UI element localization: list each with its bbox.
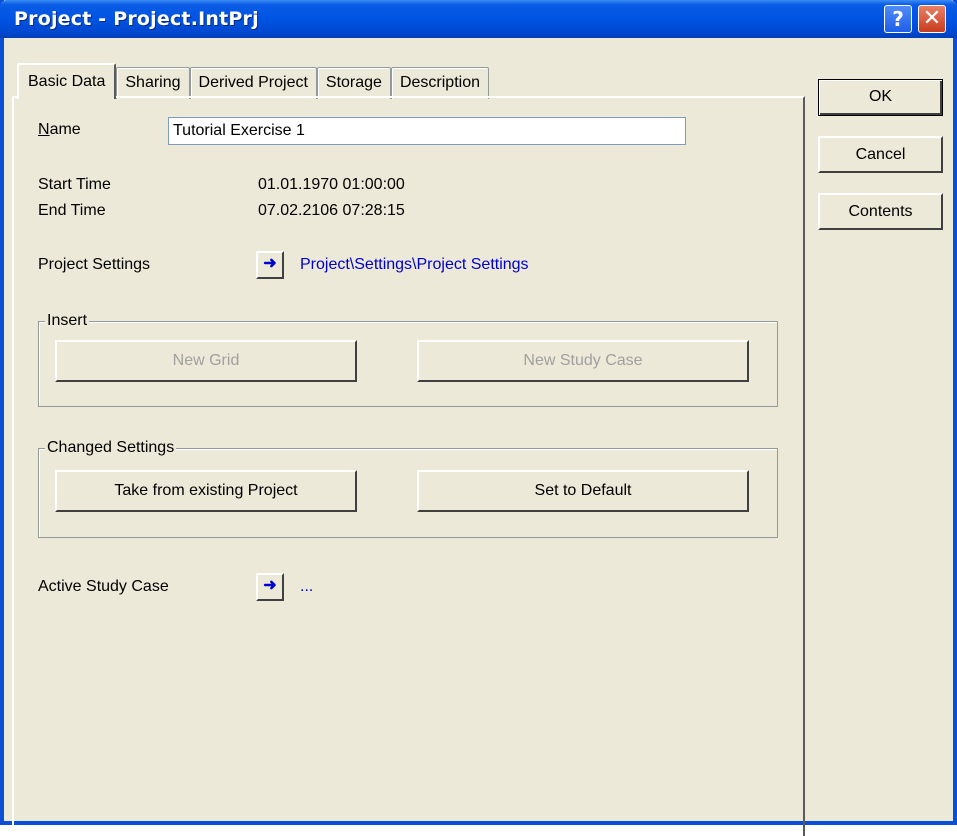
take-from-project-label: Take from existing Project [114, 482, 298, 499]
end-time-value: 07.02.2106 07:28:15 [258, 202, 405, 219]
new-study-case-button[interactable]: New Study Case [417, 340, 749, 382]
set-to-default-label: Set to Default [534, 482, 632, 499]
end-time-label: End Time [38, 202, 106, 219]
project-settings-link[interactable]: Project\Settings\Project Settings [300, 256, 529, 274]
set-to-default-button[interactable]: Set to Default [417, 470, 749, 512]
new-study-case-label: New Study Case [523, 352, 643, 369]
active-study-case-link[interactable]: ... [300, 578, 313, 596]
tab-storage[interactable]: Storage [316, 67, 391, 99]
insert-group-title: Insert [45, 312, 90, 330]
new-grid-button[interactable]: New Grid [55, 340, 357, 382]
contents-button-label: Contents [848, 203, 913, 220]
start-time-label: Start Time [38, 176, 111, 193]
name-label-accel: N [38, 121, 50, 138]
name-label: Name [38, 121, 81, 139]
name-label-rest: ame [49, 121, 81, 138]
active-study-case-label: Active Study Case [38, 578, 169, 595]
window-title: Project - Project.IntPrj [14, 8, 259, 30]
tab-strip: Basic Data Sharing Derived Project Stora… [17, 63, 489, 99]
project-settings-label: Project Settings [38, 256, 151, 273]
cancel-button[interactable]: Cancel [818, 136, 943, 173]
tab-basic-data[interactable]: Basic Data [17, 63, 117, 99]
tab-sharing[interactable]: Sharing [116, 67, 190, 99]
new-grid-label: New Grid [172, 352, 240, 369]
active-study-case-arrow-icon[interactable]: ➜ [256, 573, 284, 601]
take-from-project-button[interactable]: Take from existing Project [55, 470, 357, 512]
tab-derived-project[interactable]: Derived Project [189, 67, 317, 99]
help-icon[interactable]: ? [884, 5, 912, 33]
contents-button[interactable]: Contents [818, 193, 943, 230]
name-field[interactable]: Tutorial Exercise 1 [168, 117, 686, 145]
title-bar[interactable]: Project - Project.IntPrj ? ✕ [0, 0, 957, 38]
ok-button[interactable]: OK [818, 79, 943, 116]
changed-settings-title: Changed Settings [45, 439, 177, 457]
ok-button-label: OK [868, 88, 893, 105]
project-settings-arrow-icon[interactable]: ➜ [256, 251, 284, 279]
close-icon[interactable]: ✕ [918, 5, 946, 33]
start-time-value: 01.01.1970 01:00:00 [258, 176, 405, 193]
cancel-button-label: Cancel [855, 146, 906, 163]
tab-description[interactable]: Description [390, 67, 489, 99]
